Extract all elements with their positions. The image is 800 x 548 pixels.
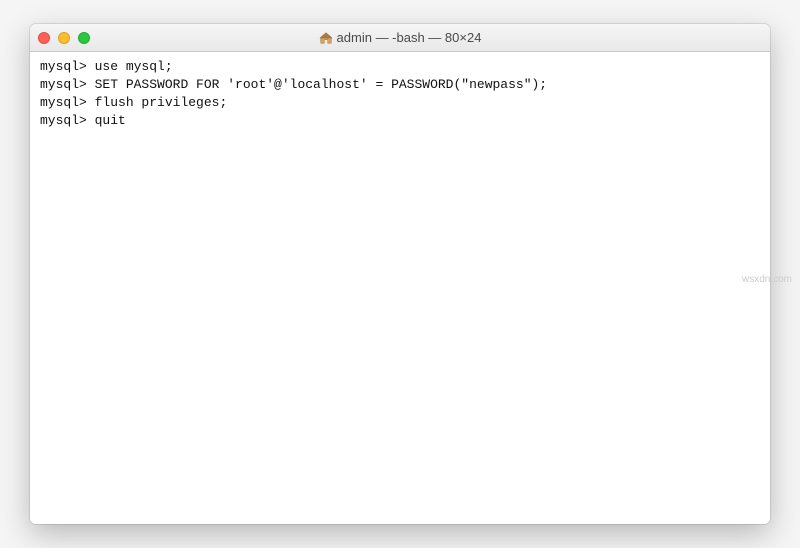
terminal-line: mysql> quit [40,112,760,130]
terminal-window: admin — -bash — 80×24 mysql> use mysql;m… [30,24,770,524]
minimize-button[interactable] [58,32,70,44]
home-icon [319,31,333,45]
command: quit [95,113,126,128]
traffic-lights [38,32,90,44]
terminal-line: mysql> SET PASSWORD FOR 'root'@'localhos… [40,76,760,94]
command: SET PASSWORD FOR 'root'@'localhost' = PA… [95,77,547,92]
terminal-line: mysql> flush privileges; [40,94,760,112]
title-bar[interactable]: admin — -bash — 80×24 [30,24,770,52]
terminal-body[interactable]: mysql> use mysql;mysql> SET PASSWORD FOR… [30,52,770,524]
window-title-text: admin — -bash — 80×24 [337,30,482,45]
terminal-line: mysql> use mysql; [40,58,760,76]
close-button[interactable] [38,32,50,44]
prompt: mysql> [40,59,87,74]
prompt: mysql> [40,77,87,92]
prompt: mysql> [40,113,87,128]
window-title: admin — -bash — 80×24 [30,30,770,45]
command: flush privileges; [95,95,228,110]
command: use mysql; [95,59,173,74]
prompt: mysql> [40,95,87,110]
maximize-button[interactable] [78,32,90,44]
watermark: wsxdn.com [742,274,792,285]
